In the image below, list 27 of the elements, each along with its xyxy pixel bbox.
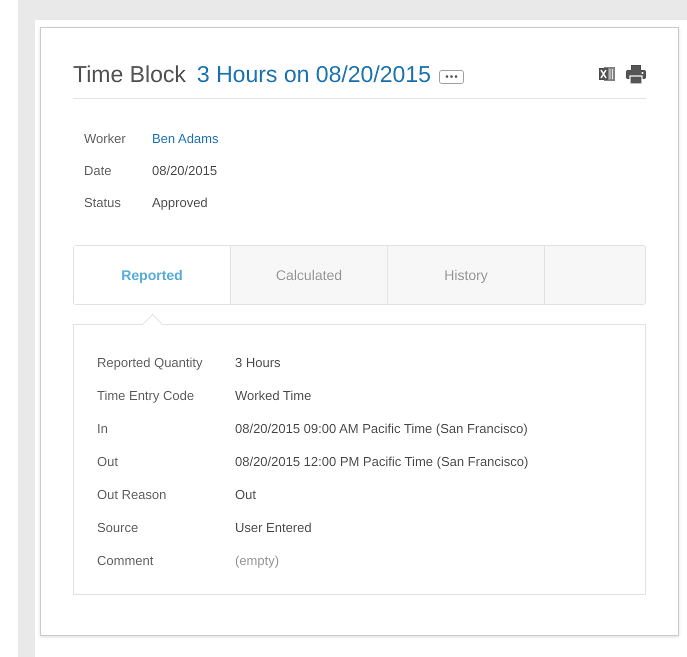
- field-label: Worker: [84, 131, 127, 146]
- field-label: Status: [84, 195, 122, 210]
- field-label: Out: [97, 454, 119, 469]
- dialog-title: Time Block: [73, 61, 186, 88]
- field-value: 08/20/2015 09:00 AM Pacific Time (San Francisco): [235, 421, 528, 436]
- field-label: Source: [97, 520, 140, 535]
- spreadsheet-icon[interactable]: [598, 65, 616, 83]
- field-value: Out: [235, 487, 257, 502]
- field-value: 08/20/2015: [152, 163, 218, 178]
- dialog-subtitle: 3 Hours on 08/20/2015: [196, 61, 431, 88]
- field-label: Time Entry Code: [97, 388, 196, 403]
- field-value: Worked Time: [235, 388, 312, 403]
- field-value: 3 Hours: [235, 355, 282, 370]
- field-value: (empty): [235, 553, 280, 568]
- ellipsis-icon: [444, 75, 458, 78]
- field-label: In: [97, 421, 109, 436]
- field-label: Date: [84, 163, 112, 178]
- more-button[interactable]: [438, 70, 464, 84]
- field-value: Approved: [152, 195, 209, 210]
- field-value: 08/20/2015 12:00 PM Pacific Time (San Francisco): [235, 454, 528, 469]
- field-value: User Entered: [235, 520, 313, 535]
- field-label: Comment: [97, 553, 154, 568]
- field-link[interactable]: Ben Adams: [152, 131, 218, 146]
- tab[interactable]: Reported: [74, 246, 231, 304]
- field-label: Out Reason: [97, 487, 168, 502]
- print-icon[interactable]: [626, 65, 646, 84]
- field-label: Reported Quantity: [97, 355, 204, 370]
